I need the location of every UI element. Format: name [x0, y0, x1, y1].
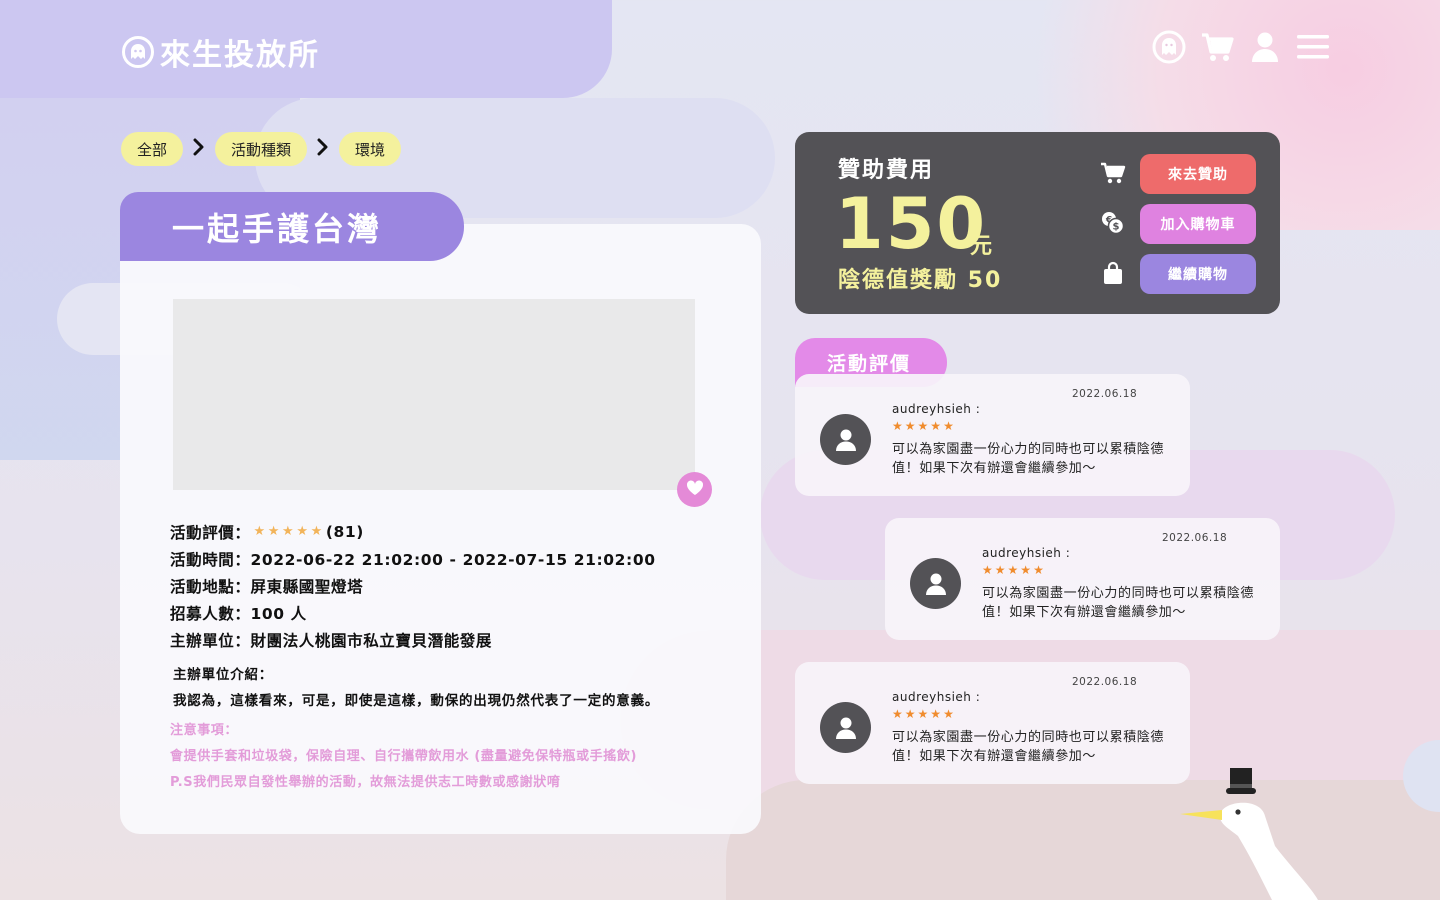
continue-shopping-button[interactable]: 繼續購物 — [1140, 254, 1256, 294]
rating-label: 活動評價： — [170, 523, 251, 542]
star-icon: ★ — [917, 707, 929, 721]
sponsor-reward: 陰德值獎勵 50 — [838, 268, 1003, 293]
cart-icon[interactable] — [1200, 30, 1234, 64]
star-icon: ★ — [930, 707, 942, 721]
brand-logo[interactable]: 來生投放所 — [122, 30, 320, 74]
star-icon: ★ — [994, 563, 1006, 577]
sponsor-actions: 來去贊助 加入購物車 繼續購物 — [1140, 154, 1256, 294]
cart-icon — [1100, 160, 1126, 185]
avatar — [820, 702, 871, 753]
review-stars: ★ ★ ★ ★ ★ — [892, 707, 954, 721]
organizer-intro: 主辦單位介紹： 我認為，這樣看來，可是，即使是這樣，動保的出現仍然代表了一定的意… — [173, 660, 659, 712]
star-icon: ★ — [1007, 563, 1019, 577]
activity-rating: 活動評價： ★ ★ ★ ★ ★ (81) — [170, 518, 656, 545]
user-icon[interactable] — [1248, 30, 1282, 64]
organizer-intro-text: 我認為，這樣看來，可是，即使是這樣，動保的出現仍然代表了一定的意義。 — [173, 693, 660, 709]
bg-blob — [726, 780, 1440, 900]
breadcrumb-category[interactable]: 活動種類 — [215, 132, 308, 166]
star-icon: ★ — [1020, 563, 1032, 577]
activity-photo — [173, 299, 695, 490]
chevron-right-icon — [193, 137, 205, 161]
star-icon: ★ — [296, 524, 309, 539]
chevron-right-icon — [317, 137, 329, 161]
review-card: audreyhsieh : 2022.06.18 ★ ★ ★ ★ ★ 可以為家園盡一份心… — [795, 662, 1190, 784]
review-text: 可以為家園盡一份心力的同時也可以累積陰德值！如果下次有辦還會繼續參加～ — [982, 586, 1255, 620]
sponsor-price: 150 — [835, 183, 988, 265]
star-icon: ★ — [930, 419, 942, 433]
activity-title: 一起手護台灣 — [172, 209, 383, 248]
review-text: 可以為家園盡一份心力的同時也可以累積陰德值！如果下次有辦還會繼續參加～ — [892, 442, 1165, 476]
activity-time: 活動時間：2022-06-22 21:02:00 - 2022-07-15 21… — [170, 550, 656, 569]
review-date: 2022.06.18 — [1072, 388, 1138, 400]
avatar — [820, 414, 871, 465]
avatar — [910, 558, 961, 609]
star-icon: ★ — [282, 524, 295, 539]
review-text: 可以為家園盡一份心力的同時也可以累積陰德值！如果下次有辦還會繼續參加～ — [892, 730, 1165, 764]
ghost-logo-icon — [122, 36, 154, 68]
review-date: 2022.06.18 — [1072, 676, 1138, 688]
activity-organizer: 主辦單位：財團法人桃園市私立寶貝潛能發展 — [170, 631, 493, 650]
notes-label: 注意事項： — [170, 722, 239, 738]
favorite-button[interactable] — [677, 472, 712, 507]
review-author: audreyhsieh : — [892, 690, 981, 704]
star-icon: ★ — [1033, 563, 1044, 577]
activity-title-tab: 一起手護台灣 — [120, 192, 464, 261]
sponsor-now-button[interactable]: 來去贊助 — [1140, 154, 1256, 194]
ghost-icon[interactable] — [1152, 30, 1186, 64]
star-icon: ★ — [943, 419, 954, 433]
sponsor-label: 贊助費用 — [838, 158, 935, 183]
menu-icon[interactable] — [1296, 30, 1330, 64]
svg-text:$: $ — [1113, 221, 1120, 232]
star-icon: ★ — [267, 524, 281, 539]
star-icon: ★ — [943, 707, 954, 721]
breadcrumb-environment[interactable]: 環境 — [339, 132, 402, 166]
review-date: 2022.06.18 — [1162, 532, 1228, 544]
organizer-intro-label: 主辦單位介紹： — [173, 667, 274, 683]
activity-info: 活動評價： ★ ★ ★ ★ ★ (81) 活動時間：2022-06-22 21:… — [170, 518, 656, 653]
activity-recruit: 招募人數：100 人 — [170, 604, 307, 623]
review-card: audreyhsieh : 2022.06.18 ★ ★ ★ ★ ★ 可以為家園盡一份心… — [795, 374, 1190, 496]
review-author: audreyhsieh : — [982, 546, 1071, 560]
sponsor-unit: 元 — [970, 234, 993, 259]
star-icon: ★ — [917, 419, 929, 433]
notes-line-1: 會提供手套和垃圾袋，保險自理、自行攜帶飲用水 (盡量避免保特瓶或手搖飲) — [170, 748, 638, 764]
breadcrumb-all[interactable]: 全部 — [121, 132, 184, 166]
star-icon: ★ — [892, 419, 903, 433]
brand-name: 來生投放所 — [160, 38, 320, 73]
activity-notes: 注意事項： 會提供手套和垃圾袋，保險自理、自行攜帶飲用水 (盡量避免保特瓶或手搖… — [170, 715, 637, 793]
sponsor-icons: € $ — [1100, 160, 1126, 285]
heart-icon — [686, 479, 704, 500]
rating-stars: ★ ★ ★ ★ ★ — [254, 524, 323, 539]
review-author: audreyhsieh : — [892, 402, 981, 416]
notes-line-2: P.S我們民眾自發性舉辦的活動，故無法提供志工時數或感謝狀唷 — [170, 774, 561, 790]
coins-icon: € $ — [1100, 210, 1126, 235]
crane-mascot — [1180, 766, 1330, 900]
breadcrumb: 全部 活動種類 環境 — [121, 132, 402, 166]
star-icon: ★ — [310, 524, 323, 539]
review-stars: ★ ★ ★ ★ ★ — [982, 563, 1044, 577]
star-icon: ★ — [982, 563, 993, 577]
review-card: audreyhsieh : 2022.06.18 ★ ★ ★ ★ ★ 可以為家園盡一份心… — [885, 518, 1280, 640]
star-icon: ★ — [904, 707, 916, 721]
activity-location: 活動地點：屏東縣國聖燈塔 — [170, 577, 364, 596]
sponsor-panel: 贊助費用 150 元 陰德值獎勵 50 € $ 來去贊助 加入購物車 繼續購物 — [795, 132, 1280, 314]
add-to-cart-button[interactable]: 加入購物車 — [1140, 204, 1256, 244]
star-icon: ★ — [904, 419, 916, 433]
star-icon: ★ — [892, 707, 903, 721]
review-stars: ★ ★ ★ ★ ★ — [892, 419, 954, 433]
bag-icon — [1100, 260, 1126, 285]
header-nav — [1152, 30, 1330, 64]
rating-count: (81) — [325, 522, 364, 541]
star-icon: ★ — [253, 524, 266, 539]
